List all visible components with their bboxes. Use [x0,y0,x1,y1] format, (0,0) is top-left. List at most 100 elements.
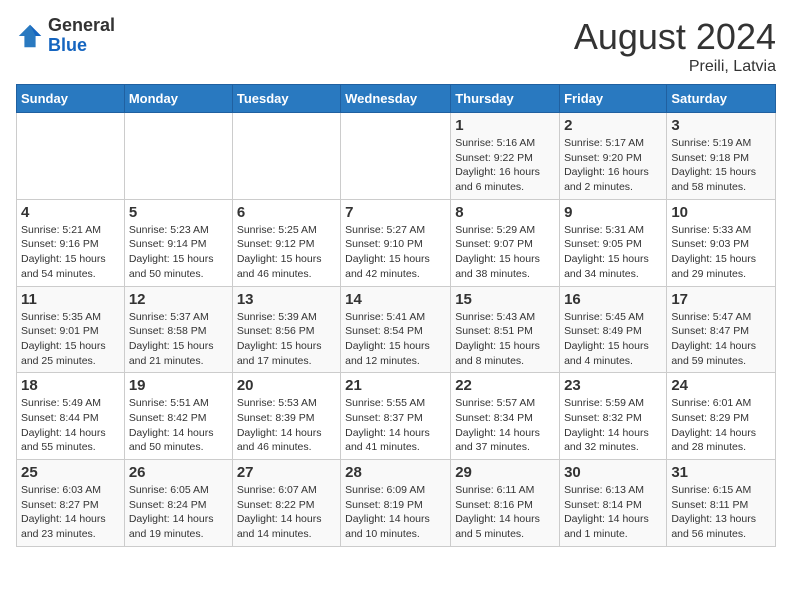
day-info: Sunrise: 6:03 AM Sunset: 8:27 PM Dayligh… [21,483,120,542]
calendar-cell: 28Sunrise: 6:09 AM Sunset: 8:19 PM Dayli… [341,460,451,547]
location: Preili, Latvia [574,58,776,76]
day-number: 5 [129,204,228,221]
weekday-header-row: SundayMondayTuesdayWednesdayThursdayFrid… [17,85,776,113]
day-info: Sunrise: 5:37 AM Sunset: 8:58 PM Dayligh… [129,310,228,369]
day-number: 6 [237,204,336,221]
day-info: Sunrise: 6:07 AM Sunset: 8:22 PM Dayligh… [237,483,336,542]
calendar-cell: 26Sunrise: 6:05 AM Sunset: 8:24 PM Dayli… [124,460,232,547]
calendar-cell: 29Sunrise: 6:11 AM Sunset: 8:16 PM Dayli… [451,460,560,547]
calendar-week-row: 1 Sunrise: 5:16 AM Sunset: 9:22 PM Daylig… [17,113,776,200]
day-info: Sunrise: 5:29 AM Sunset: 9:07 PM Dayligh… [455,223,555,282]
weekday-header: Sunday [17,85,125,113]
calendar-cell [17,113,125,200]
day-number: 21 [345,377,446,394]
day-number: 31 [671,464,771,481]
day-info: Sunrise: 6:13 AM Sunset: 8:14 PM Dayligh… [564,483,662,542]
calendar-cell: 2Sunrise: 5:17 AM Sunset: 9:20 PM Daylig… [560,113,667,200]
calendar-cell: 14 Sunrise: 5:41 AM Sunset: 8:54 PM Dayli… [341,286,451,373]
calendar-cell: 19 Sunrise: 5:51 AM Sunset: 8:42 PM Dayli… [124,373,232,460]
day-info: Sunrise: 5:16 AM Sunset: 9:22 PM Dayligh… [455,136,555,195]
calendar-cell: 4 Sunrise: 5:21 AM Sunset: 9:16 PM Daylig… [17,199,125,286]
day-info: Sunrise: 5:39 AM Sunset: 8:56 PM Dayligh… [237,310,336,369]
day-number: 14 [345,291,446,308]
weekday-header: Monday [124,85,232,113]
calendar-cell: 13 Sunrise: 5:39 AM Sunset: 8:56 PM Dayli… [232,286,340,373]
day-number: 16 [564,291,662,308]
day-number: 1 [455,117,555,134]
calendar-cell: 18 Sunrise: 5:49 AM Sunset: 8:44 PM Dayli… [17,373,125,460]
calendar-cell: 27 Sunrise: 6:07 AM Sunset: 8:22 PM Dayli… [232,460,340,547]
day-number: 13 [237,291,336,308]
calendar-week-row: 4 Sunrise: 5:21 AM Sunset: 9:16 PM Daylig… [17,199,776,286]
calendar-cell: 23 Sunrise: 5:59 AM Sunset: 8:32 PM Dayli… [560,373,667,460]
calendar-cell: 24Sunrise: 6:01 AM Sunset: 8:29 PM Dayli… [667,373,776,460]
day-info: Sunrise: 5:53 AM Sunset: 8:39 PM Dayligh… [237,396,336,455]
day-info: Sunrise: 5:27 AM Sunset: 9:10 PM Dayligh… [345,223,446,282]
day-number: 19 [129,377,228,394]
logo-text: General Blue [48,16,115,56]
day-info: Sunrise: 5:59 AM Sunset: 8:32 PM Dayligh… [564,396,662,455]
logo: General Blue [16,16,115,56]
day-number: 25 [21,464,120,481]
day-info: Sunrise: 5:35 AM Sunset: 9:01 PM Dayligh… [21,310,120,369]
calendar-cell: 16Sunrise: 5:45 AM Sunset: 8:49 PM Dayli… [560,286,667,373]
calendar-week-row: 25 Sunrise: 6:03 AM Sunset: 8:27 PM Dayli… [17,460,776,547]
day-info: Sunrise: 5:23 AM Sunset: 9:14 PM Dayligh… [129,223,228,282]
calendar-cell: 6 Sunrise: 5:25 AM Sunset: 9:12 PM Daylig… [232,199,340,286]
calendar-cell: 30 Sunrise: 6:13 AM Sunset: 8:14 PM Dayli… [560,460,667,547]
day-info: Sunrise: 5:17 AM Sunset: 9:20 PM Dayligh… [564,136,662,195]
calendar-cell: 22Sunrise: 5:57 AM Sunset: 8:34 PM Dayli… [451,373,560,460]
weekday-header: Friday [560,85,667,113]
calendar-cell: 25 Sunrise: 6:03 AM Sunset: 8:27 PM Dayli… [17,460,125,547]
day-number: 27 [237,464,336,481]
day-number: 30 [564,464,662,481]
day-info: Sunrise: 5:57 AM Sunset: 8:34 PM Dayligh… [455,396,555,455]
day-number: 4 [21,204,120,221]
day-info: Sunrise: 5:31 AM Sunset: 9:05 PM Dayligh… [564,223,662,282]
day-number: 12 [129,291,228,308]
day-info: Sunrise: 5:51 AM Sunset: 8:42 PM Dayligh… [129,396,228,455]
calendar-cell: 21 Sunrise: 5:55 AM Sunset: 8:37 PM Dayli… [341,373,451,460]
day-number: 18 [21,377,120,394]
day-number: 7 [345,204,446,221]
calendar-cell: 20 Sunrise: 5:53 AM Sunset: 8:39 PM Dayli… [232,373,340,460]
day-info: Sunrise: 6:05 AM Sunset: 8:24 PM Dayligh… [129,483,228,542]
logo-icon [16,22,44,50]
calendar-cell [124,113,232,200]
day-info: Sunrise: 6:01 AM Sunset: 8:29 PM Dayligh… [671,396,771,455]
day-number: 8 [455,204,555,221]
day-number: 3 [671,117,771,134]
calendar-cell: 9Sunrise: 5:31 AM Sunset: 9:05 PM Daylig… [560,199,667,286]
day-info: Sunrise: 6:15 AM Sunset: 8:11 PM Dayligh… [671,483,771,542]
title-block: August 2024 Preili, Latvia [574,16,776,76]
day-number: 20 [237,377,336,394]
day-number: 10 [671,204,771,221]
calendar-cell: 7 Sunrise: 5:27 AM Sunset: 9:10 PM Daylig… [341,199,451,286]
day-info: Sunrise: 5:19 AM Sunset: 9:18 PM Dayligh… [671,136,771,195]
day-info: Sunrise: 6:11 AM Sunset: 8:16 PM Dayligh… [455,483,555,542]
calendar-cell [341,113,451,200]
day-info: Sunrise: 5:41 AM Sunset: 8:54 PM Dayligh… [345,310,446,369]
day-number: 17 [671,291,771,308]
calendar-cell: 1 Sunrise: 5:16 AM Sunset: 9:22 PM Daylig… [451,113,560,200]
month-title: August 2024 [574,16,776,58]
weekday-header: Saturday [667,85,776,113]
calendar-cell: 31 Sunrise: 6:15 AM Sunset: 8:11 PM Dayli… [667,460,776,547]
calendar-cell [232,113,340,200]
calendar-cell: 8 Sunrise: 5:29 AM Sunset: 9:07 PM Daylig… [451,199,560,286]
day-info: Sunrise: 5:47 AM Sunset: 8:47 PM Dayligh… [671,310,771,369]
day-info: Sunrise: 5:49 AM Sunset: 8:44 PM Dayligh… [21,396,120,455]
day-number: 11 [21,291,120,308]
weekday-header: Wednesday [341,85,451,113]
weekday-header: Tuesday [232,85,340,113]
calendar-cell: 5 Sunrise: 5:23 AM Sunset: 9:14 PM Daylig… [124,199,232,286]
day-info: Sunrise: 5:55 AM Sunset: 8:37 PM Dayligh… [345,396,446,455]
calendar-week-row: 11 Sunrise: 5:35 AM Sunset: 9:01 PM Dayli… [17,286,776,373]
day-info: Sunrise: 5:33 AM Sunset: 9:03 PM Dayligh… [671,223,771,282]
day-number: 23 [564,377,662,394]
day-info: Sunrise: 5:25 AM Sunset: 9:12 PM Dayligh… [237,223,336,282]
day-info: Sunrise: 5:21 AM Sunset: 9:16 PM Dayligh… [21,223,120,282]
day-number: 28 [345,464,446,481]
calendar-cell: 17 Sunrise: 5:47 AM Sunset: 8:47 PM Dayli… [667,286,776,373]
logo-general: General [48,15,115,35]
